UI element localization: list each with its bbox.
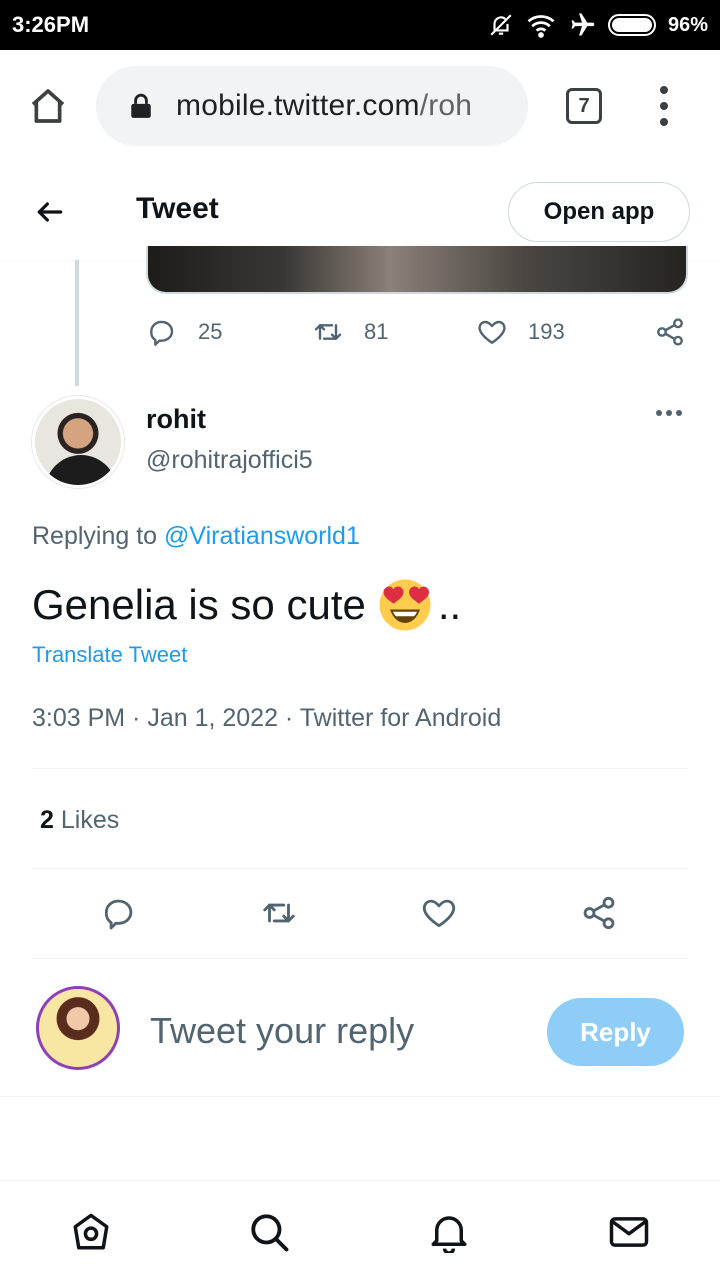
divider [32, 868, 688, 869]
lock-icon [131, 93, 151, 118]
bottom-nav [0, 1180, 720, 1280]
more-options-icon[interactable] [656, 410, 682, 416]
likes-summary[interactable]: 2 Likes [40, 806, 119, 835]
messages-icon [609, 1217, 649, 1247]
like-count: 193 [528, 319, 565, 344]
url-path: /roh [419, 89, 473, 122]
reply-icon [104, 899, 133, 930]
status-icons: 96% [488, 11, 708, 39]
tab-count: 7 [578, 94, 590, 117]
likes-count: 2 [40, 806, 54, 834]
reply-count: 25 [198, 319, 223, 344]
reply-submit-button[interactable]: Reply [547, 998, 684, 1066]
open-app-button[interactable]: Open app [508, 182, 690, 242]
translate-tweet-link[interactable]: Translate Tweet [32, 642, 187, 668]
home-icon [73, 1213, 109, 1250]
divider [0, 1096, 720, 1097]
retweet-icon [263, 903, 295, 923]
reply-input[interactable]: Tweet your reply [150, 1010, 414, 1052]
search-icon [251, 1214, 289, 1252]
nav-messages[interactable] [608, 1211, 650, 1253]
status-time: 3:26PM [12, 12, 90, 37]
reply-icon [150, 320, 174, 346]
tweet-action-bar [0, 894, 720, 936]
status-bar: 3:26PM 96% [0, 0, 720, 50]
reply-stat[interactable]: 25 [146, 316, 222, 348]
retweet-stat[interactable]: 81 [312, 316, 388, 348]
author-name[interactable]: rohit [146, 404, 206, 435]
browser-home-icon[interactable] [28, 86, 68, 126]
heart-icon [478, 320, 506, 344]
divider [32, 958, 688, 959]
wifi-icon [527, 15, 555, 38]
nav-home[interactable] [70, 1211, 112, 1253]
page-title: Tweet [136, 192, 219, 225]
like-button[interactable] [420, 894, 458, 932]
share-stat[interactable] [654, 316, 686, 348]
battery-percent: 96% [667, 13, 708, 36]
reply-button[interactable] [100, 894, 138, 932]
thread-line [75, 260, 79, 386]
retweet-icon [314, 324, 342, 340]
tab-switcher-button[interactable]: 7 [566, 88, 602, 124]
divider [32, 768, 688, 769]
previous-tweet-media[interactable] [146, 246, 688, 294]
share-button[interactable] [580, 894, 618, 932]
notifications-icon [431, 1216, 467, 1255]
current-user-avatar[interactable] [36, 986, 120, 1070]
tweet-text: Genelia is so cute .. [32, 578, 461, 632]
likes-label: Likes [60, 806, 120, 834]
author-handle[interactable]: @rohitrajoffici5 [146, 446, 313, 475]
author-avatar[interactable] [32, 396, 124, 488]
browser-menu-icon[interactable] [654, 86, 674, 126]
nav-search[interactable] [248, 1211, 290, 1253]
share-icon [583, 896, 615, 930]
tweet-timestamp[interactable]: 3:03 PM · Jan 1, 2022 · Twitter for Andr… [32, 704, 501, 733]
previous-tweet-actions: 25 81 193 [146, 316, 688, 356]
heart-eyes-emoji-icon [379, 579, 431, 631]
nav-notifications[interactable] [428, 1211, 470, 1255]
replying-to-mention[interactable]: @Viratiansworld1 [164, 522, 360, 550]
tweet-text-trailing: .. [437, 581, 462, 628]
replying-to-line: Replying to @Viratiansworld1 [32, 522, 360, 551]
replying-label: Replying to [32, 522, 158, 550]
airplane-icon [571, 13, 595, 36]
battery-icon [607, 14, 656, 36]
tweet-text-main: Genelia is so cute [32, 581, 366, 628]
mute-icon [490, 14, 512, 36]
retweet-count: 81 [364, 319, 389, 344]
back-arrow-icon[interactable] [34, 196, 66, 228]
retweet-button[interactable] [260, 894, 298, 932]
like-stat[interactable]: 193 [476, 316, 565, 348]
share-icon [657, 318, 683, 346]
browser-toolbar: mobile.twitter.com/roh 7 [0, 50, 720, 162]
heart-icon [422, 899, 456, 928]
url-host: mobile.twitter.com [176, 89, 420, 122]
address-bar[interactable]: mobile.twitter.com/roh [96, 66, 528, 146]
url-text: mobile.twitter.com/roh [176, 89, 472, 123]
